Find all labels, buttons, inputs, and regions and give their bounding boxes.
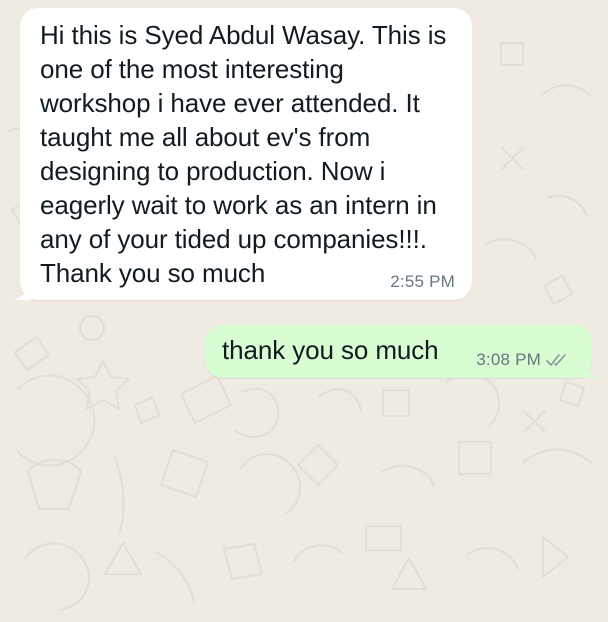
outgoing-message-meta: 3:08 PM xyxy=(476,350,570,370)
incoming-message-text: Hi this is Syed Abdul Wasay. This is one… xyxy=(40,20,447,288)
outgoing-message-text: thank you so much xyxy=(222,335,439,365)
incoming-message-meta: 2:55 PM xyxy=(390,272,455,292)
double-check-read-icon xyxy=(546,354,566,366)
outgoing-message-time: 3:08 PM xyxy=(476,350,541,369)
outgoing-bubble-tail xyxy=(582,362,600,378)
incoming-bubble-tail xyxy=(13,284,31,300)
incoming-message-time: 2:55 PM xyxy=(390,272,455,291)
outgoing-message-bubble[interactable]: thank you so much 3:08 PM xyxy=(205,325,600,378)
incoming-message-bubble[interactable]: Hi this is Syed Abdul Wasay. This is one… xyxy=(13,8,472,300)
